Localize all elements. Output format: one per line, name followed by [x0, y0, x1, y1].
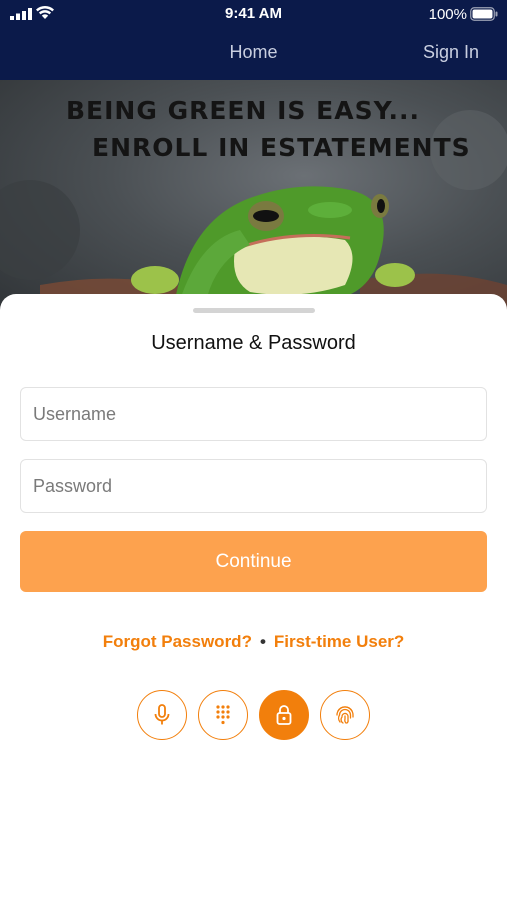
- lock-icon: [276, 705, 292, 725]
- banner-subheadline: ENROLL IN ESTATEMENTS: [92, 133, 471, 162]
- username-input[interactable]: [21, 388, 486, 440]
- banner-headline: BEING GREEN IS EASY...: [66, 96, 421, 125]
- login-title: Username & Password: [151, 332, 356, 354]
- nav-sign-in-link[interactable]: Sign In: [423, 42, 479, 63]
- sheet-grabber-handle[interactable]: [193, 308, 315, 313]
- password-auth-button[interactable]: [259, 690, 309, 740]
- continue-button[interactable]: Continue: [20, 531, 487, 592]
- status-bar: 9:41 AM 100%: [0, 0, 507, 28]
- login-sheet: Username & Password Continue Forgot Pass…: [0, 294, 507, 900]
- battery-percentage: 100%: [428, 6, 467, 23]
- username-field[interactable]: [20, 387, 487, 441]
- pin-auth-button[interactable]: [198, 690, 248, 740]
- keypad-icon: [216, 705, 230, 725]
- promo-banner[interactable]: BEING GREEN IS EASY... ENROLL IN ESTATEM…: [0, 80, 507, 320]
- fingerprint-icon: [336, 706, 354, 724]
- fingerprint-auth-button[interactable]: [320, 690, 370, 740]
- auth-method-selector: [137, 690, 371, 742]
- battery-icon: [470, 7, 498, 21]
- account-help-links: Forgot Password? • First-time User?: [0, 632, 507, 652]
- top-bar: 9:41 AM 100% Home Sign In: [0, 0, 507, 80]
- microphone-icon: [154, 704, 170, 725]
- password-input[interactable]: [21, 460, 486, 512]
- voice-auth-button[interactable]: [137, 690, 187, 740]
- forgot-password-link[interactable]: Forgot Password?: [103, 632, 252, 651]
- first-time-user-link[interactable]: First-time User?: [274, 632, 404, 651]
- link-separator: •: [259, 632, 266, 651]
- password-field[interactable]: [20, 459, 487, 513]
